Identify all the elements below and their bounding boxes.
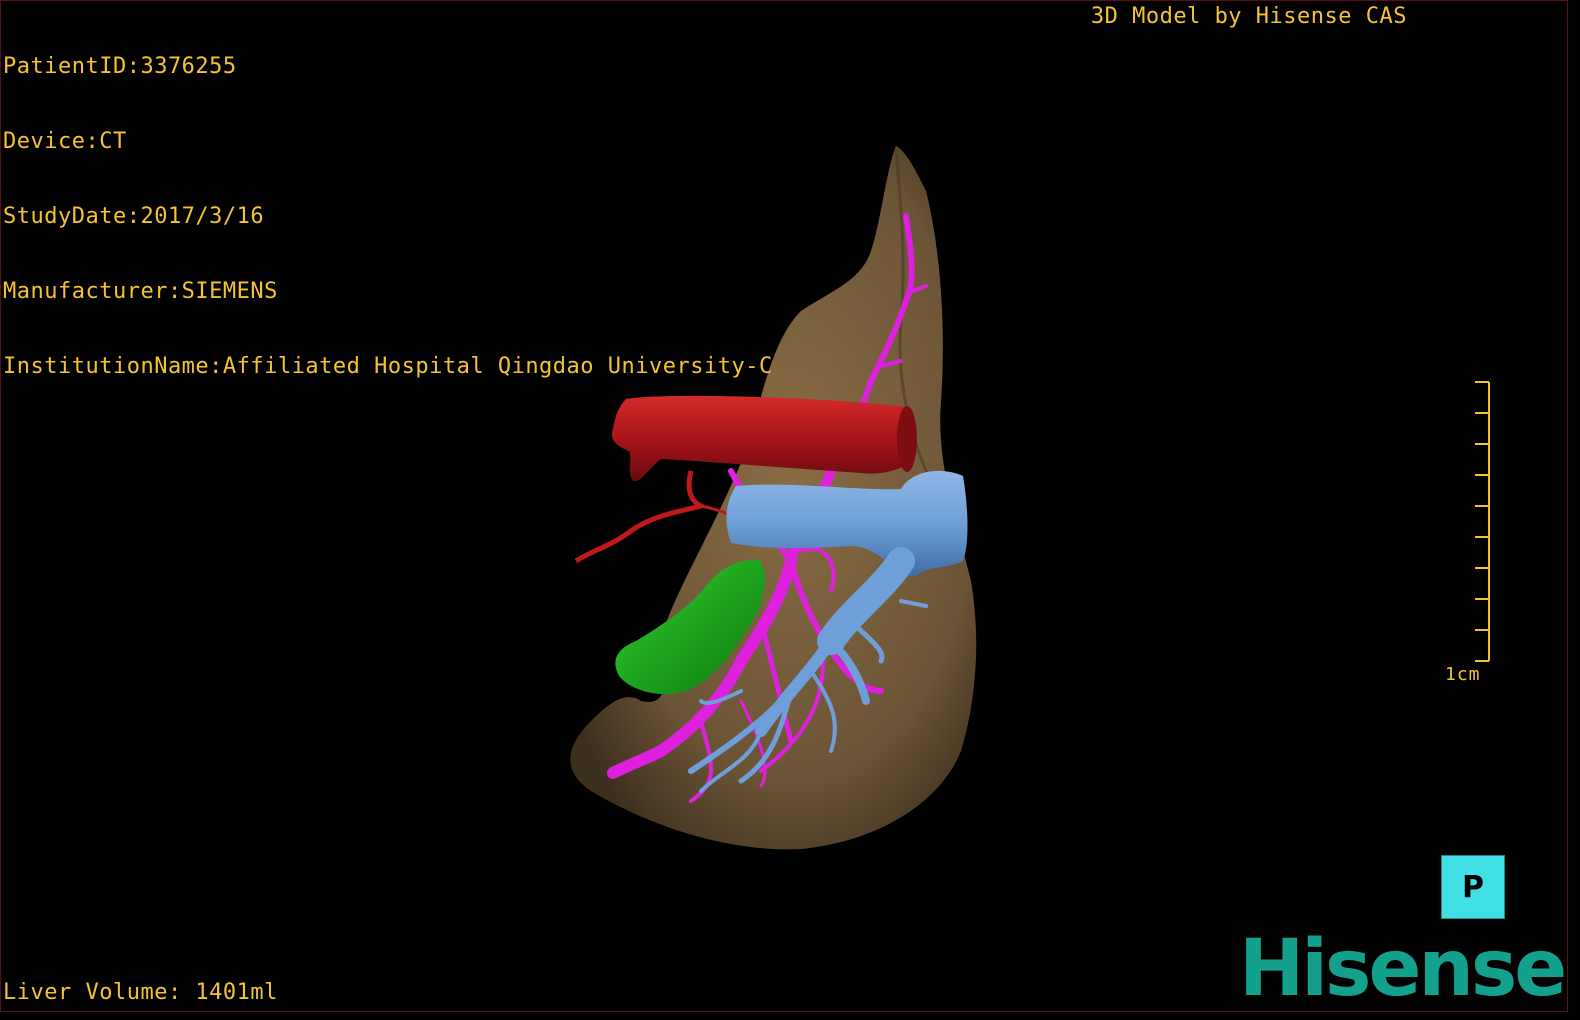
hisense-logo: Hisense xyxy=(1239,924,1567,1012)
hepatic-artery xyxy=(574,470,709,564)
institution-name: InstitutionName:Affiliated Hospital Qing… xyxy=(3,354,773,379)
scale-label: 1cm xyxy=(1445,664,1481,685)
model-caption: 3D Model by Hisense CAS xyxy=(1090,4,1407,29)
device: Device:CT xyxy=(3,129,127,154)
orientation-label: P xyxy=(1462,869,1484,905)
liver-volume: Liver Volume: 1401ml xyxy=(3,980,278,1005)
orientation-cube[interactable]: P xyxy=(1441,855,1505,919)
patient-id: PatientID:3376255 xyxy=(3,54,237,79)
manufacturer: Manufacturer:SIEMENS xyxy=(3,279,278,304)
patient-info: PatientID:3376255 Device:CT StudyDate:20… xyxy=(3,4,773,429)
scale-bar xyxy=(1475,381,1490,662)
3d-viewport[interactable]: PatientID:3376255 Device:CT StudyDate:20… xyxy=(0,0,1568,1012)
study-date: StudyDate:2017/3/16 xyxy=(3,204,265,229)
